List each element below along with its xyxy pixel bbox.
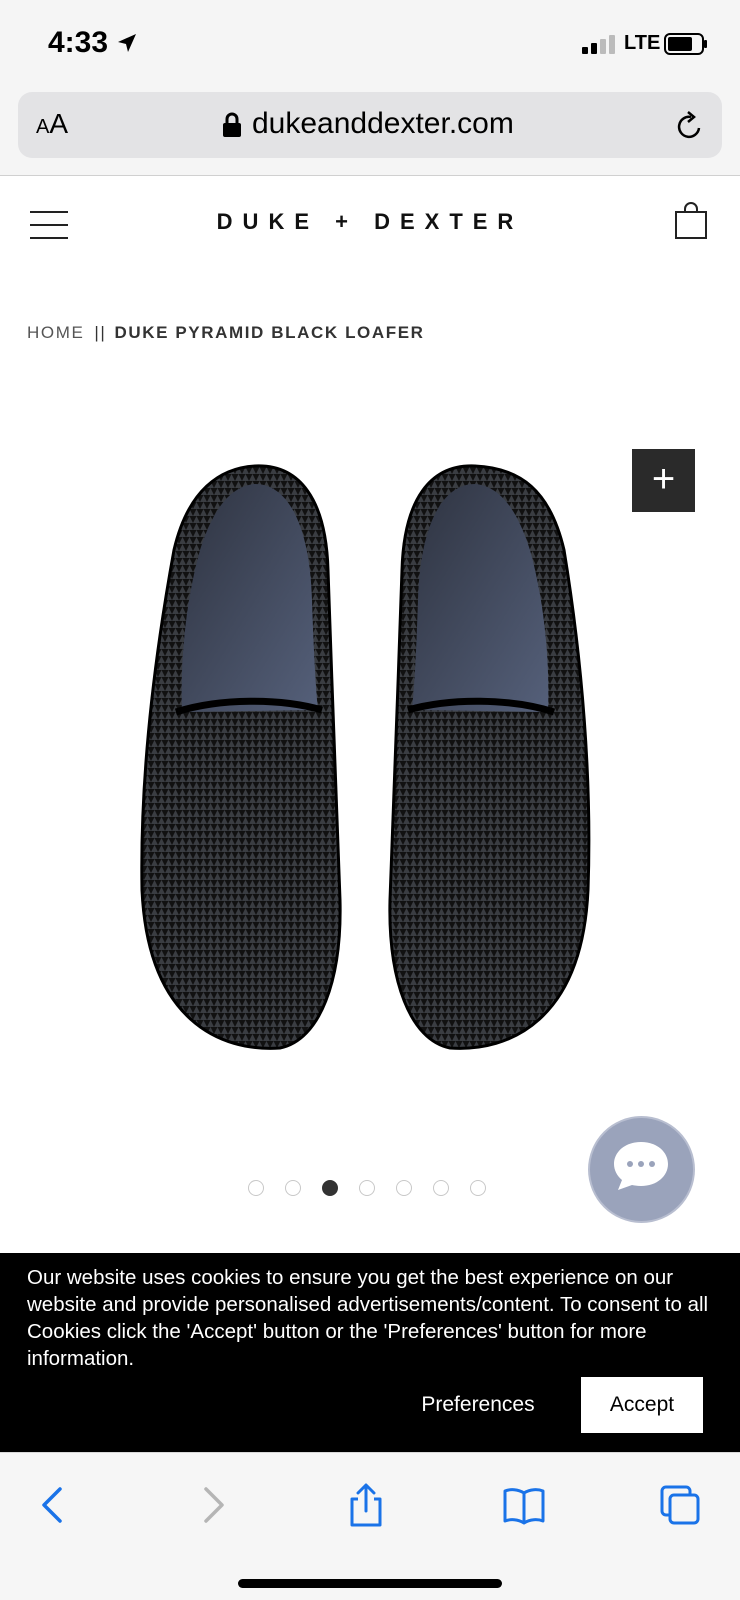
signal-icon (582, 35, 615, 54)
reload-icon[interactable] (674, 110, 704, 142)
share-icon[interactable] (344, 1483, 388, 1527)
text-size-large-label: A (49, 108, 69, 139)
lock-icon (223, 112, 241, 137)
chevron-left-icon[interactable] (32, 1483, 76, 1527)
book-icon[interactable] (502, 1483, 546, 1527)
url-text[interactable]: dukeanddexter.com (252, 107, 514, 141)
gallery-dot[interactable] (396, 1180, 412, 1196)
chat-button[interactable] (590, 1118, 693, 1221)
browser-address-area: AA dukeanddexter.com (0, 90, 740, 176)
tabs-icon[interactable] (658, 1483, 702, 1527)
text-size-button[interactable]: AA (36, 108, 68, 140)
product-image[interactable] (130, 460, 610, 1080)
status-time: 4:33 (48, 26, 109, 59)
status-bar: 4:33 LTE (0, 0, 740, 90)
chevron-right-icon[interactable] (190, 1483, 234, 1527)
breadcrumb: HOME || DUKE PYRAMID BLACK LOAFER (27, 323, 425, 343)
accept-button[interactable]: Accept (581, 1377, 703, 1433)
home-indicator (238, 1579, 502, 1588)
location-arrow-icon (118, 34, 136, 52)
breadcrumb-current: DUKE PYRAMID BLACK LOAFER (114, 323, 425, 342)
gallery-dot[interactable] (433, 1180, 449, 1196)
chat-bubble-icon (614, 1142, 668, 1190)
gallery-pagination (248, 1180, 486, 1198)
text-size-small-label: A (36, 116, 50, 138)
cookie-banner: Our website uses cookies to ensure you g… (0, 1253, 740, 1452)
zoom-button[interactable]: + (632, 449, 695, 512)
gallery-dot[interactable] (285, 1180, 301, 1196)
site-header: DUKE + DEXTER (0, 177, 740, 277)
gallery-dot[interactable] (359, 1180, 375, 1196)
network-type: LTE (624, 32, 661, 54)
shopping-bag-icon[interactable] (674, 202, 708, 240)
preferences-button[interactable]: Preferences (405, 1377, 551, 1433)
cookie-message: Our website uses cookies to ensure you g… (27, 1266, 709, 1370)
address-bar[interactable]: AA dukeanddexter.com (18, 92, 722, 158)
browser-toolbar (0, 1452, 740, 1600)
breadcrumb-home[interactable]: HOME (27, 323, 84, 342)
gallery-dot[interactable] (470, 1180, 486, 1196)
breadcrumb-separator: || (94, 323, 107, 342)
brand-logo[interactable]: DUKE + DEXTER (0, 209, 740, 235)
battery-icon (664, 33, 707, 55)
gallery-dot-active[interactable] (322, 1180, 338, 1196)
gallery-dot[interactable] (248, 1180, 264, 1196)
